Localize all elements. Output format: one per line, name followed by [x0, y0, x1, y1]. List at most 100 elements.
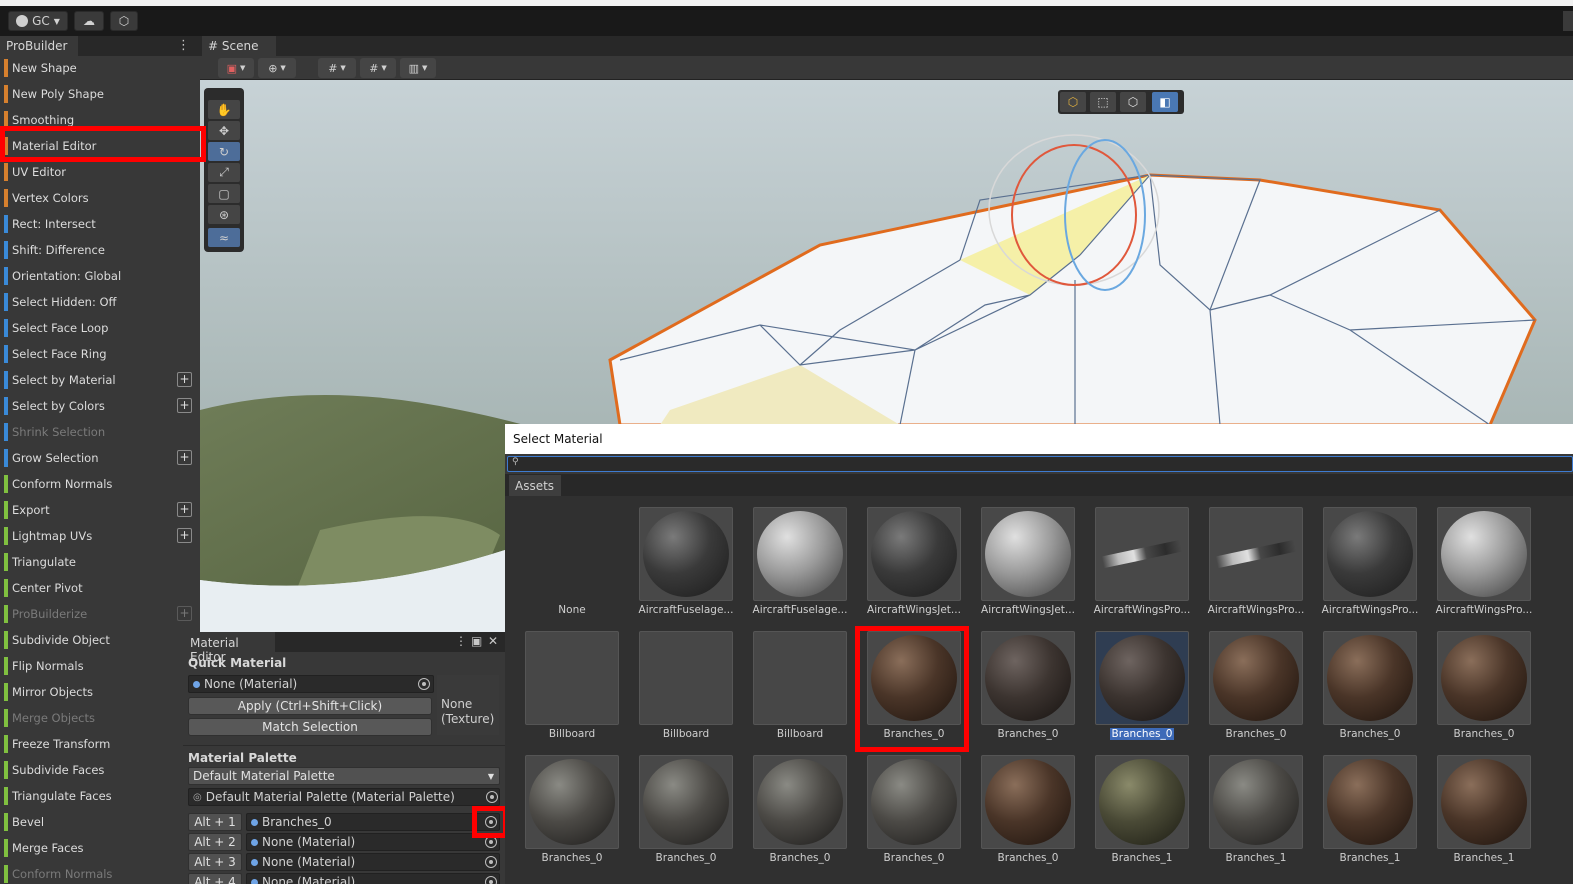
- tool-item[interactable]: Flip Normals: [4, 655, 198, 677]
- tool-item[interactable]: Subdivide Faces: [4, 759, 198, 781]
- tool-item[interactable]: Rect: Intersect: [4, 213, 198, 235]
- material-tile[interactable]: AircraftWingsPro...: [1436, 507, 1532, 631]
- hand-tool-icon[interactable]: ✋: [208, 100, 240, 119]
- texture-slot[interactable]: None (Texture): [437, 675, 499, 735]
- tool-item[interactable]: ProBuilderize +: [4, 603, 198, 625]
- object-mode-icon[interactable]: ⬡: [1060, 92, 1086, 112]
- tool-item[interactable]: Lightmap UVs +: [4, 525, 198, 547]
- material-tile[interactable]: AircraftFuselage...: [753, 507, 847, 631]
- collab-button[interactable]: ⬡: [110, 11, 138, 31]
- tab-scene[interactable]: # Scene: [202, 36, 276, 56]
- options-plus-icon[interactable]: +: [177, 398, 192, 413]
- face-mode-icon[interactable]: ◧: [1152, 92, 1178, 112]
- ruler-button[interactable]: ▥ ▼: [400, 58, 436, 78]
- tab-probuilder[interactable]: ProBuilder: [0, 36, 78, 56]
- tool-item[interactable]: Select by Colors +: [4, 395, 198, 417]
- options-plus-icon[interactable]: +: [177, 450, 192, 465]
- scale-tool-icon[interactable]: ⤢: [208, 163, 240, 182]
- slot-material-field[interactable]: Branches_0: [246, 813, 500, 831]
- tool-item[interactable]: Bevel: [4, 811, 198, 833]
- tool-item[interactable]: Subdivide Object: [4, 629, 198, 651]
- more-options-icon[interactable]: ⋮: [455, 634, 467, 648]
- tool-item[interactable]: Triangulate Faces: [4, 785, 198, 807]
- object-picker-icon[interactable]: [485, 856, 497, 868]
- material-tile[interactable]: None: [525, 507, 619, 631]
- material-tile[interactable]: Branches_0: [1323, 631, 1417, 755]
- tool-item[interactable]: Mirror Objects: [4, 681, 198, 703]
- close-icon[interactable]: ✕: [488, 634, 498, 648]
- quick-material-field[interactable]: None (Material): [188, 675, 434, 693]
- custom-tool-icon[interactable]: ≈: [208, 228, 240, 247]
- global-button[interactable]: ⊕ ▼: [258, 58, 296, 78]
- material-tile[interactable]: AircraftWingsPro...: [1322, 507, 1418, 631]
- move-tool-icon[interactable]: ✥: [208, 121, 240, 140]
- palette-asset-field[interactable]: ◎ Default Material Palette (Material Pal…: [188, 788, 500, 806]
- tool-item[interactable]: Merge Faces: [4, 837, 198, 859]
- options-plus-icon[interactable]: +: [177, 528, 192, 543]
- material-tile[interactable]: Branches_0: [981, 631, 1075, 755]
- grid-snap-button[interactable]: # ▼: [318, 58, 356, 78]
- slot-material-field[interactable]: None (Material): [246, 853, 500, 871]
- search-input[interactable]: ⚲: [507, 456, 1573, 472]
- object-picker-icon[interactable]: [486, 791, 498, 803]
- draw-mode-button[interactable]: ▣ ▼: [218, 58, 254, 78]
- material-tile[interactable]: Branches_1: [1437, 755, 1531, 879]
- rotate-tool-icon[interactable]: ↻: [208, 142, 240, 161]
- tool-item[interactable]: New Shape: [4, 57, 198, 79]
- object-picker-icon[interactable]: [485, 876, 497, 884]
- tool-item[interactable]: Select by Material +: [4, 369, 198, 391]
- material-tile[interactable]: Branches_1: [1095, 755, 1189, 879]
- transform-tool-icon[interactable]: ⊛: [208, 205, 240, 224]
- vertex-mode-icon[interactable]: ⬚: [1090, 92, 1116, 112]
- cloud-button[interactable]: ☁: [74, 11, 104, 31]
- maximize-icon[interactable]: ▣: [471, 634, 482, 648]
- tool-item[interactable]: Conform Normals: [4, 863, 198, 884]
- tool-item[interactable]: Vertex Colors: [4, 187, 198, 209]
- slot-material-field[interactable]: None (Material): [246, 833, 500, 851]
- material-tile[interactable]: Billboard: [639, 631, 733, 755]
- tool-item[interactable]: Triangulate: [4, 551, 198, 573]
- material-tile[interactable]: Branches_0: [753, 755, 847, 879]
- tool-item[interactable]: UV Editor: [4, 161, 198, 183]
- palette-dropdown[interactable]: Default Material Palette ▼: [188, 767, 500, 785]
- material-tile[interactable]: Branches_0: [1209, 631, 1303, 755]
- increment-snap-button[interactable]: # ▼: [360, 58, 396, 78]
- material-tile[interactable]: Branches_1: [1209, 755, 1303, 879]
- material-tile[interactable]: Billboard: [753, 631, 847, 755]
- apply-button[interactable]: Apply (Ctrl+Shift+Click): [188, 697, 432, 715]
- tool-item[interactable]: Freeze Transform: [4, 733, 198, 755]
- tool-item[interactable]: Shrink Selection: [4, 421, 198, 443]
- tool-item[interactable]: Conform Normals: [4, 473, 198, 495]
- tool-item[interactable]: Select Hidden: Off: [4, 291, 198, 313]
- material-tile[interactable]: AircraftWingsPro...: [1094, 507, 1190, 631]
- slot-material-field[interactable]: None (Material): [246, 873, 500, 884]
- material-tile[interactable]: AircraftWingsJet...: [981, 507, 1075, 631]
- tool-item[interactable]: Orientation: Global: [4, 265, 198, 287]
- material-tile[interactable]: Branches_0: [639, 755, 733, 879]
- tool-item[interactable]: Grow Selection +: [4, 447, 198, 469]
- tool-item[interactable]: Shift: Difference: [4, 239, 198, 261]
- match-selection-button[interactable]: Match Selection: [188, 718, 432, 736]
- material-tile[interactable]: Billboard: [525, 631, 619, 755]
- edge-mode-icon[interactable]: ⬡: [1120, 92, 1146, 112]
- tool-item[interactable]: Select Face Loop: [4, 317, 198, 339]
- rect-tool-icon[interactable]: ▢: [208, 184, 240, 203]
- tool-item[interactable]: New Poly Shape: [4, 83, 198, 105]
- tool-item[interactable]: Export +: [4, 499, 198, 521]
- material-tile[interactable]: Branches_0: [867, 755, 961, 879]
- tab-assets[interactable]: Assets: [509, 475, 561, 496]
- account-button[interactable]: GC ▼: [8, 11, 68, 31]
- object-picker-icon[interactable]: [418, 678, 430, 690]
- options-plus-icon[interactable]: +: [177, 502, 192, 517]
- material-tile[interactable]: Branches_0: [981, 755, 1075, 879]
- material-tile[interactable]: Branches_0: [1437, 631, 1531, 755]
- tool-item[interactable]: Select Face Ring: [4, 343, 198, 365]
- material-tile[interactable]: AircraftWingsPro...: [1208, 507, 1304, 631]
- material-tile[interactable]: Branches_0: [525, 755, 619, 879]
- options-plus-icon[interactable]: +: [177, 606, 192, 621]
- tool-item[interactable]: Merge Objects: [4, 707, 198, 729]
- more-options-icon[interactable]: ⋮: [177, 38, 190, 53]
- material-tile[interactable]: AircraftWingsJet...: [867, 507, 961, 631]
- tab-material-editor[interactable]: Material Editor: [183, 632, 275, 664]
- tool-item[interactable]: Center Pivot: [4, 577, 198, 599]
